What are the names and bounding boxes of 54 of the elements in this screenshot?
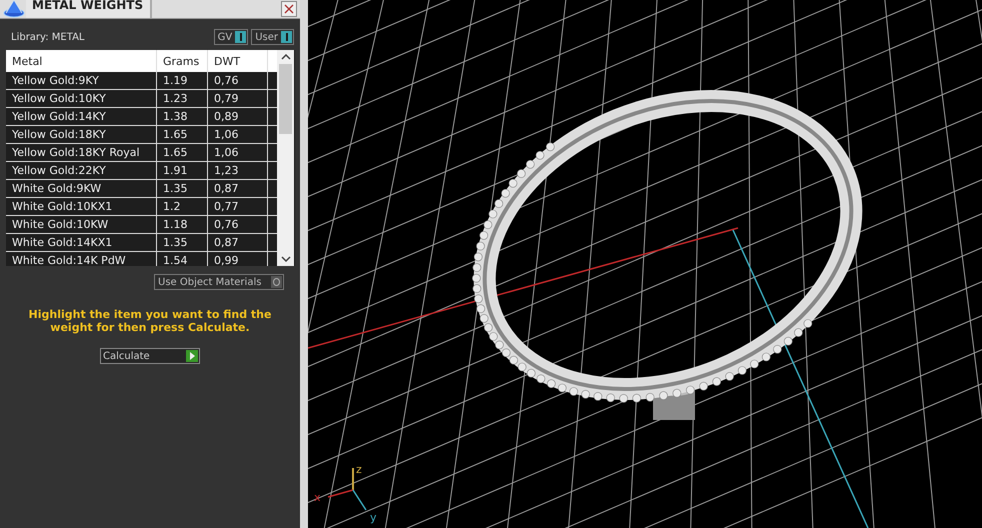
table-cell: 0,79 [208,90,268,107]
table-cell: White Gold:14K PdW [6,252,157,266]
y-axis-label: y [370,511,377,524]
table-cell: 1.38 [157,108,208,125]
table-cell: 1,23 [208,162,268,179]
z-axis-label: z [356,463,362,476]
toggle-off-icon [271,276,282,288]
table-cell: Yellow Gold:18KY [6,126,157,143]
table-cell: 1.35 [157,180,208,197]
scroll-up-icon[interactable] [280,54,290,60]
table-cell: 1.65 [157,126,208,143]
axis-gizmo [328,468,367,510]
close-button[interactable] [281,1,297,17]
table-cell: 1.54 [157,252,208,266]
table-cell: Yellow Gold:9KY [6,72,157,89]
table-cell: 0,99 [208,252,268,266]
play-icon [186,350,198,362]
table-cell: 0,87 [208,180,268,197]
table-cell: 0,77 [208,198,268,215]
table-cell: 0,76 [208,216,268,233]
toggle-on-icon [235,31,246,43]
toggle-button[interactable]: GV [214,29,248,45]
table-cell: Yellow Gold:18KY Royal [6,144,157,161]
toggle-on-icon [281,31,292,43]
table-cell: 1.35 [157,234,208,251]
table-cell: Yellow Gold:10KY [6,90,157,107]
table-cell: 1.2 [157,198,208,215]
table-cell: 0,76 [208,72,268,89]
table-cell: White Gold:10KX1 [6,198,157,215]
window-title: METAL WEIGHTS [26,0,152,18]
table-cell: Yellow Gold:22KY [6,162,157,179]
table-cell: 1.65 [157,144,208,161]
table-cell: 1.91 [157,162,208,179]
scroll-down-icon[interactable] [280,256,290,262]
table-cell: 1.19 [157,72,208,89]
table-cell: White Gold:10KW [6,216,157,233]
close-icon [284,4,294,14]
table-cell: 0,87 [208,234,268,251]
scroll-thumb[interactable] [279,64,292,134]
table-cell: 0,89 [208,108,268,125]
library-label: Library: METAL [11,32,84,42]
table-cell: Yellow Gold:14KY [6,108,157,125]
table-cell: White Gold:9KW [6,180,157,197]
calculate-button[interactable]: Calculate [100,348,200,364]
cone-logo-icon [2,0,26,18]
table-cell: 1.23 [157,90,208,107]
table-cell: 1,06 [208,126,268,143]
table-cell: 1,06 [208,144,268,161]
table-cell: 1.18 [157,216,208,233]
scrollbar[interactable] [277,50,294,266]
toggle-button[interactable]: User [251,29,294,45]
use-object-materials-toggle[interactable]: Use Object Materials [154,274,284,290]
instruction-text: Highlight the item you want to find the weight for then press Calculate. [28,307,272,334]
table-cell: White Gold:14KX1 [6,234,157,251]
